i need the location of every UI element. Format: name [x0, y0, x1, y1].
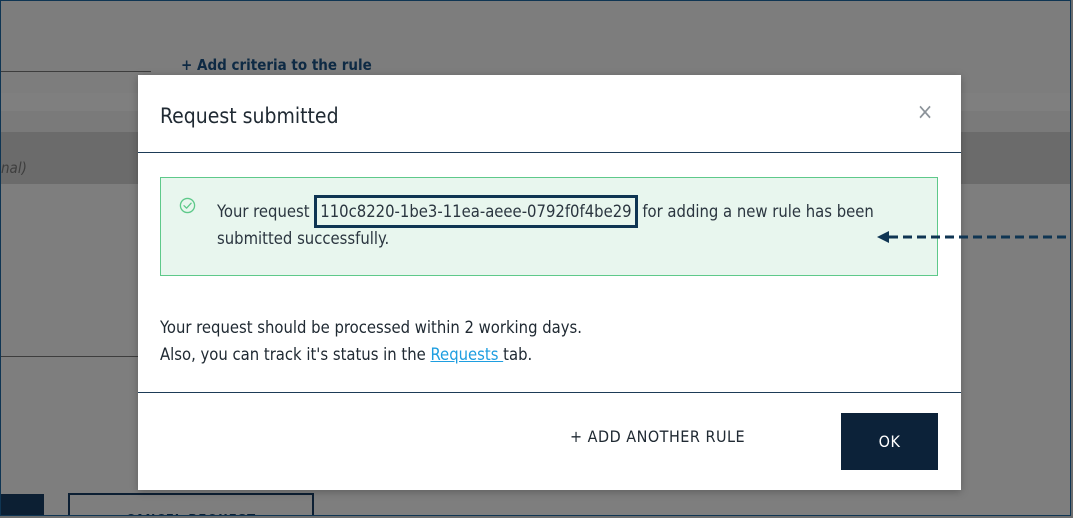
annotation-arrow	[877, 231, 1070, 243]
alert-text-before: Your request	[217, 202, 315, 221]
optional-label-fragment: nal)	[1, 159, 27, 177]
success-alert: Your request 110c8220-1be3-11ea-aeee-079…	[160, 177, 938, 276]
cancel-request-button[interactable]: CANCEL REQUEST	[68, 493, 314, 515]
requests-tab-link[interactable]: Requests	[430, 345, 503, 364]
background-divider	[1, 356, 141, 357]
background-submit-button[interactable]	[1, 494, 44, 515]
check-circle-icon	[179, 197, 196, 214]
close-icon[interactable]: ×	[915, 102, 935, 124]
request-id: 110c8220-1be3-11ea-aeee-0792f0f4be29	[314, 195, 638, 228]
add-another-rule-button[interactable]: + ADD ANOTHER RULE	[570, 427, 745, 446]
info-line-2-before: Also, you can track it's status in the	[160, 345, 431, 364]
dialog-title: Request submitted	[160, 104, 339, 128]
ok-button[interactable]: OK	[841, 413, 938, 470]
add-criteria-link[interactable]: + Add criteria to the rule	[181, 56, 372, 74]
alert-message: Your request 110c8220-1be3-11ea-aeee-079…	[217, 195, 917, 252]
info-line-1: Your request should be processed within …	[160, 318, 582, 337]
info-line-2-after: tab.	[503, 345, 533, 364]
screenshot-frame: + Add criteria to the rule nal) CANCEL R…	[0, 0, 1071, 516]
info-line-2: Also, you can track it's status in the R…	[160, 341, 582, 368]
background-divider	[1, 71, 151, 72]
request-submitted-dialog: Request submitted × Your request 110c822…	[138, 75, 961, 490]
dialog-footer-divider	[138, 392, 961, 393]
processing-info: Your request should be processed within …	[160, 314, 582, 368]
dialog-header: Request submitted ×	[138, 75, 961, 153]
